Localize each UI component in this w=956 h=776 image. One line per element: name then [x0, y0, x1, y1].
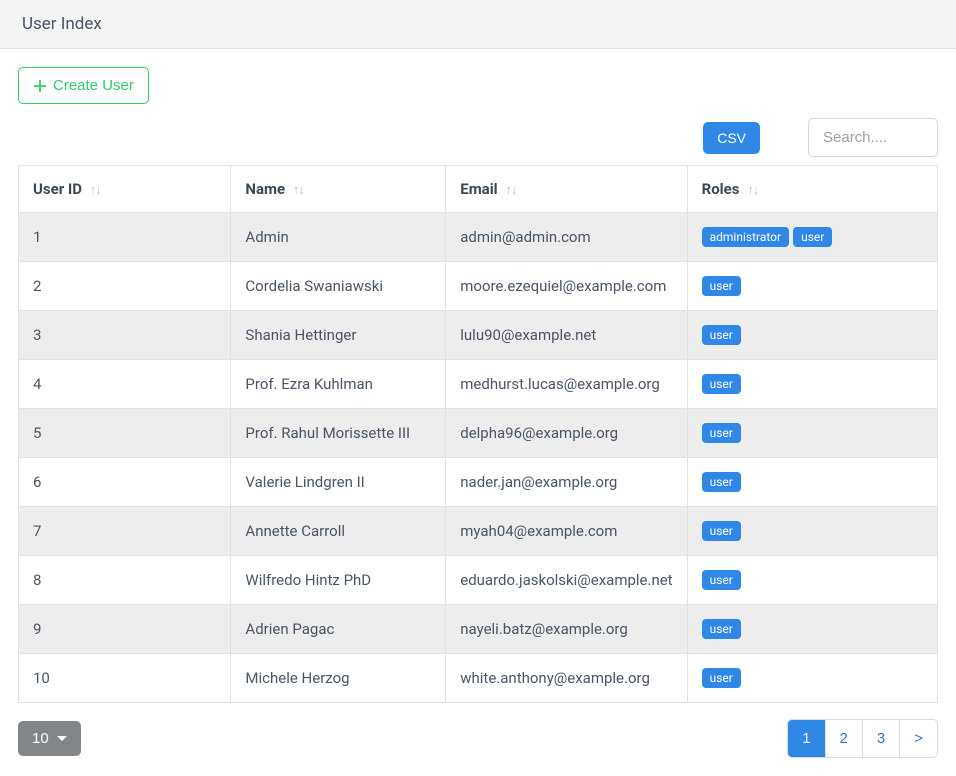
- cell-email: white.anthony@example.org: [446, 654, 687, 703]
- export-csv-button[interactable]: CSV: [703, 122, 760, 154]
- page-header: User Index: [0, 0, 956, 49]
- column-header-name[interactable]: Name ↑↓: [231, 166, 446, 213]
- cell-userid: 5: [19, 409, 231, 458]
- cell-roles: administratoruser: [687, 213, 937, 262]
- cell-email: eduardo.jaskolski@example.net: [446, 556, 687, 605]
- cell-name: Prof. Rahul Morissette III: [231, 409, 446, 458]
- cell-name: Wilfredo Hintz PhD: [231, 556, 446, 605]
- cell-email: moore.ezequiel@example.com: [446, 262, 687, 311]
- sort-icon: ↑↓: [293, 183, 304, 198]
- cell-roles: user: [687, 262, 937, 311]
- cell-name: Cordelia Swaniawski: [231, 262, 446, 311]
- cell-userid: 6: [19, 458, 231, 507]
- sort-icon: ↑↓: [90, 183, 101, 198]
- cell-email: nader.jan@example.org: [446, 458, 687, 507]
- cell-email: lulu90@example.net: [446, 311, 687, 360]
- cell-name: Adrien Pagac: [231, 605, 446, 654]
- page-button-1[interactable]: 1: [788, 720, 825, 757]
- role-badge: user: [702, 276, 741, 296]
- cell-roles: user: [687, 654, 937, 703]
- role-badge: user: [702, 423, 741, 443]
- role-badge: user: [702, 619, 741, 639]
- table-row[interactable]: 4Prof. Ezra Kuhlmanmedhurst.lucas@exampl…: [19, 360, 938, 409]
- column-header-roles[interactable]: Roles ↑↓: [687, 166, 937, 213]
- page-size-label: 10: [32, 730, 49, 747]
- column-label: Roles: [702, 180, 740, 198]
- cell-roles: user: [687, 507, 937, 556]
- cell-userid: 8: [19, 556, 231, 605]
- cell-userid: 3: [19, 311, 231, 360]
- caret-down-icon: [57, 736, 67, 741]
- table-row[interactable]: 5Prof. Rahul Morissette IIIdelpha96@exam…: [19, 409, 938, 458]
- cell-name: Prof. Ezra Kuhlman: [231, 360, 446, 409]
- role-badge: user: [702, 325, 741, 345]
- cell-email: delpha96@example.org: [446, 409, 687, 458]
- cell-userid: 2: [19, 262, 231, 311]
- cell-roles: user: [687, 360, 937, 409]
- table-row[interactable]: 1Adminadmin@admin.comadministratoruser: [19, 213, 938, 262]
- table-toolbar: CSV: [18, 118, 938, 157]
- column-header-userid[interactable]: User ID ↑↓: [19, 166, 231, 213]
- table-row[interactable]: 10Michele Herzogwhite.anthony@example.or…: [19, 654, 938, 703]
- search-input[interactable]: [808, 118, 938, 157]
- plus-icon: [33, 79, 47, 93]
- column-label: User ID: [33, 180, 82, 198]
- role-badge: user: [702, 570, 741, 590]
- sort-icon: ↑↓: [747, 183, 758, 198]
- page-next-button[interactable]: >: [900, 720, 937, 757]
- table-row[interactable]: 8Wilfredo Hintz PhDeduardo.jaskolski@exa…: [19, 556, 938, 605]
- cell-name: Shania Hettinger: [231, 311, 446, 360]
- role-badge: user: [702, 668, 741, 688]
- cell-email: medhurst.lucas@example.org: [446, 360, 687, 409]
- table-row[interactable]: 9Adrien Pagacnayeli.batz@example.org user: [19, 605, 938, 654]
- table-row[interactable]: 2Cordelia Swaniawskimoore.ezequiel@examp…: [19, 262, 938, 311]
- cell-userid: 7: [19, 507, 231, 556]
- page-title: User Index: [22, 14, 102, 34]
- cell-name: Admin: [231, 213, 446, 262]
- pagination: 123>: [787, 719, 938, 758]
- cell-name: Michele Herzog: [231, 654, 446, 703]
- create-user-button[interactable]: Create User: [18, 67, 149, 104]
- column-label: Name: [245, 180, 285, 198]
- table-header-row: User ID ↑↓ Name ↑↓ Email ↑↓ Roles ↑↓: [19, 166, 938, 213]
- cell-userid: 1: [19, 213, 231, 262]
- column-header-email[interactable]: Email ↑↓: [446, 166, 687, 213]
- table-row[interactable]: 7Annette Carrollmyah04@example.com user: [19, 507, 938, 556]
- table-row[interactable]: 6Valerie Lindgren IInader.jan@example.or…: [19, 458, 938, 507]
- table-footer: 10 123>: [18, 719, 938, 758]
- cell-roles: user: [687, 458, 937, 507]
- cell-userid: 4: [19, 360, 231, 409]
- cell-name: Annette Carroll: [231, 507, 446, 556]
- cell-email: admin@admin.com: [446, 213, 687, 262]
- page-button-3[interactable]: 3: [863, 720, 900, 757]
- users-table: User ID ↑↓ Name ↑↓ Email ↑↓ Roles ↑↓ 1Ad…: [18, 165, 938, 703]
- page-button-2[interactable]: 2: [826, 720, 863, 757]
- cell-roles: user: [687, 311, 937, 360]
- role-badge: user: [702, 521, 741, 541]
- cell-name: Valerie Lindgren II: [231, 458, 446, 507]
- cell-userid: 10: [19, 654, 231, 703]
- cell-roles: user: [687, 605, 937, 654]
- cell-roles: user: [687, 409, 937, 458]
- cell-roles: user: [687, 556, 937, 605]
- table-row[interactable]: 3Shania Hettingerlulu90@example.net user: [19, 311, 938, 360]
- cell-userid: 9: [19, 605, 231, 654]
- role-badge: user: [702, 472, 741, 492]
- page-size-selector[interactable]: 10: [18, 721, 81, 756]
- main-content: Create User CSV User ID ↑↓ Name ↑↓ Email…: [0, 49, 956, 776]
- role-badge: user: [702, 374, 741, 394]
- cell-email: myah04@example.com: [446, 507, 687, 556]
- column-label: Email: [460, 180, 497, 198]
- role-badge: user: [793, 227, 832, 247]
- role-badge: administrator: [702, 227, 789, 247]
- create-user-label: Create User: [53, 77, 134, 94]
- sort-icon: ↑↓: [505, 183, 516, 198]
- cell-email: nayeli.batz@example.org: [446, 605, 687, 654]
